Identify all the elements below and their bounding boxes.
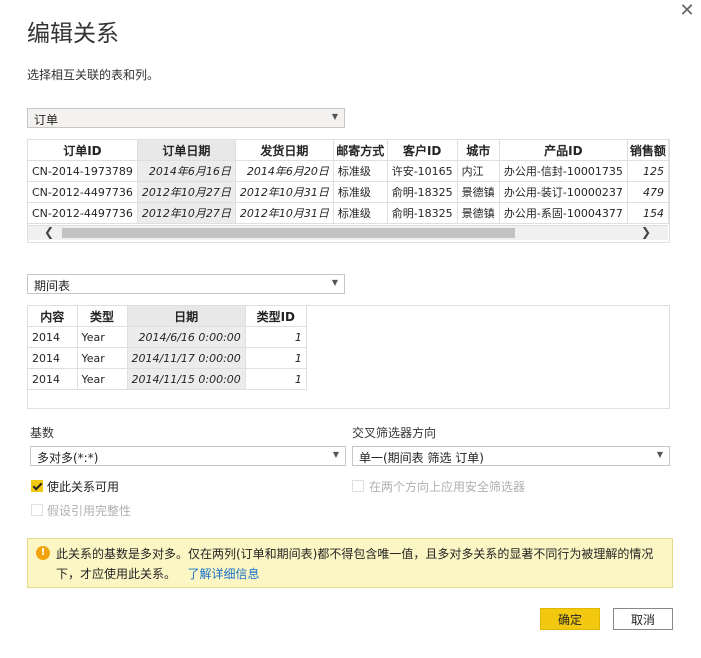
table-cell: 办公用-装订-10000237 (499, 181, 628, 203)
chevron-down-icon: ▼ (331, 112, 338, 121)
column-header-selected[interactable]: 订单日期 (137, 140, 236, 161)
table-cell: 标准级 (333, 202, 388, 224)
table-cell: 2012年10月31日 (235, 202, 334, 224)
chevron-down-icon: ▼ (656, 450, 663, 459)
scroll-right-icon[interactable]: ❯ (639, 225, 653, 239)
table-cell: 2012年10月27日 (137, 181, 236, 203)
column-header[interactable]: 订单ID (28, 140, 138, 161)
referential-integrity-checkbox[interactable] (31, 504, 43, 516)
table1-select[interactable]: 订单 ▼ (27, 108, 345, 128)
column-header[interactable]: 城市 (457, 140, 500, 161)
table-cell: 俞明-18325 (387, 202, 458, 224)
table-cell: 2014 (28, 326, 78, 348)
table-cell: 2014年6月16日 (137, 160, 236, 182)
both-directions-label: 在两个方向上应用安全筛选器 (369, 480, 526, 494)
table-cell: 479 (627, 181, 669, 203)
table-row: 2014 Year 2014/6/16 0:00:00 1 (28, 326, 307, 348)
column-header[interactable]: 类型 (77, 306, 128, 327)
column-header[interactable]: 邮寄方式 (333, 140, 388, 161)
table-cell: Year (77, 347, 128, 369)
warning-message: 此关系的基数是多对多。仅在两列(订单和期间表)都不得包含唯一值，且多对多关系的显… (56, 544, 666, 584)
table-cell: 办公用-系固-10004377 (499, 202, 628, 224)
cross-filter-select[interactable]: 单一(期间表 筛选 订单) ▼ (352, 446, 670, 466)
horizontal-scrollbar[interactable]: ❮ ❯ (28, 225, 668, 240)
close-icon[interactable]: ✕ (678, 2, 696, 20)
cancel-button[interactable]: 取消 (613, 608, 673, 630)
table-cell: CN-2012-4497736 (28, 181, 138, 203)
table1-grid: 订单ID 订单日期 发货日期 邮寄方式 客户ID 城市 产品ID 销售额 CN-… (28, 140, 669, 224)
learn-more-link[interactable]: 了解详细信息 (187, 567, 259, 581)
table-cell: 1 (245, 368, 307, 390)
table-cell: Year (77, 326, 128, 348)
table-cell: 125 (627, 160, 669, 182)
table-row: 2014 Year 2014/11/15 0:00:00 1 (28, 368, 307, 390)
table-cell: CN-2014-1973789 (28, 160, 138, 182)
table-row: 2014 Year 2014/11/17 0:00:00 1 (28, 347, 307, 369)
table-cell: 2014年6月20日 (235, 160, 334, 182)
active-label: 使此关系可用 (47, 480, 120, 494)
cardinality-value: 多对多(*:*) (37, 451, 99, 465)
chevron-down-icon: ▼ (332, 450, 339, 459)
table-cell: 2014/11/17 0:00:00 (127, 347, 246, 369)
referential-integrity-label: 假设引用完整性 (47, 504, 132, 518)
table-cell: 景德镇 (457, 202, 500, 224)
column-header-selected[interactable]: 日期 (127, 306, 246, 327)
table2-header-row: 内容 类型 日期 类型ID (28, 306, 307, 327)
dialog-subtitle: 选择相互关联的表和列。 (27, 68, 160, 82)
warning-text: 此关系的基数是多对多。仅在两列(订单和期间表)都不得包含唯一值，且多对多关系的显… (56, 547, 654, 581)
table-cell: 标准级 (333, 160, 388, 182)
cardinality-label: 基数 (30, 426, 55, 440)
table-cell: 2012年10月27日 (137, 202, 236, 224)
table-cell: 154 (627, 202, 669, 224)
warning-icon: ! (36, 546, 50, 560)
both-directions-checkbox[interactable] (352, 480, 364, 492)
column-header[interactable]: 类型ID (245, 306, 307, 327)
table2-grid: 内容 类型 日期 类型ID 2014 Year 2014/6/16 0:00:0… (28, 306, 307, 390)
table-cell: 2014 (28, 368, 78, 390)
dialog-title: 编辑关系 (27, 21, 119, 47)
table-cell: 1 (245, 347, 307, 369)
table-cell: 标准级 (333, 181, 388, 203)
table-cell: 许安-10165 (387, 160, 458, 182)
column-header[interactable]: 内容 (28, 306, 78, 327)
table-cell: 2014/11/15 0:00:00 (127, 368, 246, 390)
table-cell: 2014 (28, 347, 78, 369)
table-cell: Year (77, 368, 128, 390)
table-row: CN-2012-4497736 2012年10月27日 2012年10月31日 … (28, 202, 669, 224)
cross-filter-label: 交叉筛选器方向 (352, 426, 437, 440)
table-cell: 办公用-信封-10001735 (499, 160, 628, 182)
table-cell: 俞明-18325 (387, 181, 458, 203)
active-checkbox[interactable] (31, 480, 43, 492)
table-cell: 景德镇 (457, 181, 500, 203)
column-header[interactable]: 产品ID (499, 140, 628, 161)
table-row: CN-2012-4497736 2012年10月27日 2012年10月31日 … (28, 181, 669, 203)
chevron-down-icon: ▼ (331, 278, 338, 287)
warning-banner: ! 此关系的基数是多对多。仅在两列(订单和期间表)都不得包含唯一值，且多对多关系… (27, 538, 673, 588)
ok-button[interactable]: 确定 (540, 608, 600, 630)
table2-preview[interactable]: 内容 类型 日期 类型ID 2014 Year 2014/6/16 0:00:0… (27, 305, 670, 409)
table-cell: 2014/6/16 0:00:00 (127, 326, 246, 348)
table2-select[interactable]: 期间表 ▼ (27, 274, 345, 294)
table-cell: 1 (245, 326, 307, 348)
scroll-left-icon[interactable]: ❮ (42, 225, 56, 239)
table1-select-value: 订单 (34, 113, 59, 127)
table1-header-row: 订单ID 订单日期 发货日期 邮寄方式 客户ID 城市 产品ID 销售额 (28, 140, 669, 161)
cross-filter-value: 单一(期间表 筛选 订单) (359, 451, 484, 465)
scrollbar-thumb[interactable] (62, 228, 515, 238)
table-cell: 2012年10月31日 (235, 181, 334, 203)
table2-select-value: 期间表 (34, 279, 71, 293)
column-header[interactable]: 发货日期 (235, 140, 334, 161)
column-header[interactable]: 销售额 (627, 140, 669, 161)
cardinality-select[interactable]: 多对多(*:*) ▼ (30, 446, 346, 466)
column-header[interactable]: 客户ID (387, 140, 458, 161)
table-row: CN-2014-1973789 2014年6月16日 2014年6月20日 标准… (28, 160, 669, 182)
table-cell: 内江 (457, 160, 500, 182)
table-cell: CN-2012-4497736 (28, 202, 138, 224)
